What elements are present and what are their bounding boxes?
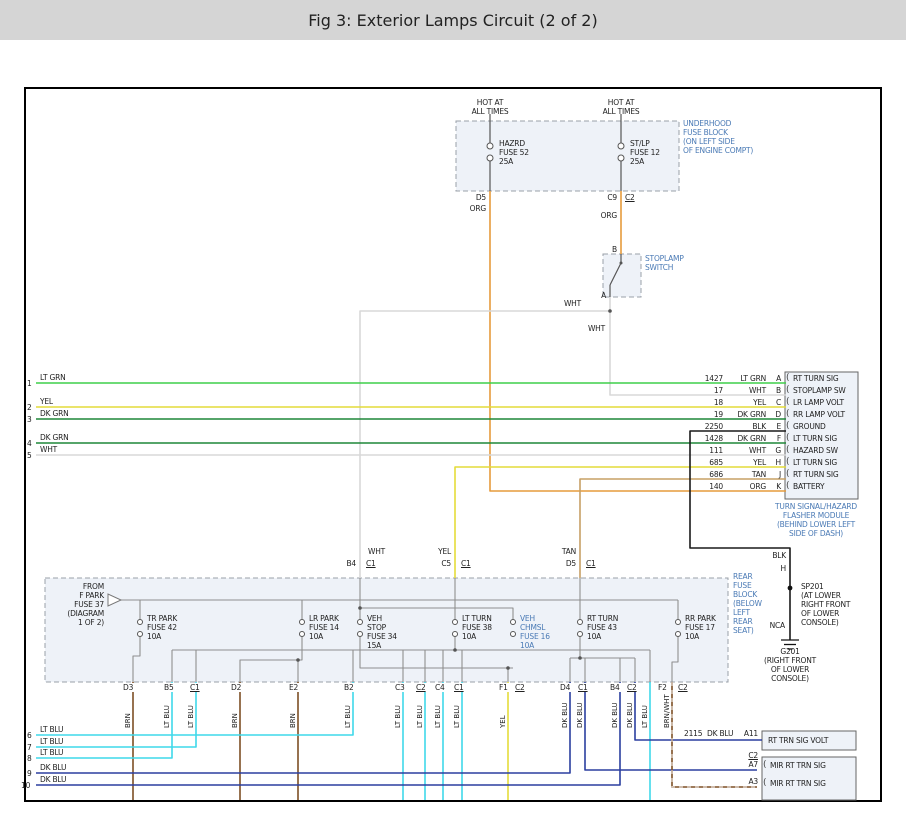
fuse-symbols [138, 143, 681, 637]
wire-brnwht-stripe [672, 682, 757, 787]
flasher-module-box [785, 372, 858, 499]
wiring-svg [0, 0, 906, 815]
wire-yel-lt-turn-fuse [455, 467, 786, 578]
wire-ltblu-6 [36, 682, 353, 735]
mirror-module-box [762, 757, 856, 800]
wire-wht-switch-to-stop-fuse [360, 311, 610, 578]
wire-dkblu-9 [36, 682, 570, 773]
circuit-wires [36, 191, 790, 800]
wire-brnwht-mir-a3 [672, 682, 757, 787]
ground-symbol-g201 [781, 640, 799, 649]
component-boxes [45, 121, 858, 800]
wire-dkblu-mir-a7 [585, 682, 757, 770]
rt-trn-sig-volt-box [762, 731, 856, 750]
diagram-frame [25, 88, 881, 801]
stoplamp-switch-box [603, 254, 641, 297]
splice-sp201 [788, 586, 793, 591]
wire-wht-switch-to-module [610, 297, 786, 395]
rear-fuse-block-box [45, 578, 728, 682]
wire-org-hazrd-to-battery [490, 191, 786, 491]
wire-dkblu-10 [36, 682, 620, 785]
wire-dkblu-2115 [635, 682, 762, 740]
wire-tan-rt-turn-fuse [580, 479, 786, 578]
wiring-diagram: Fig 3: Exterior Lamps Circuit (2 of 2) [0, 0, 906, 815]
